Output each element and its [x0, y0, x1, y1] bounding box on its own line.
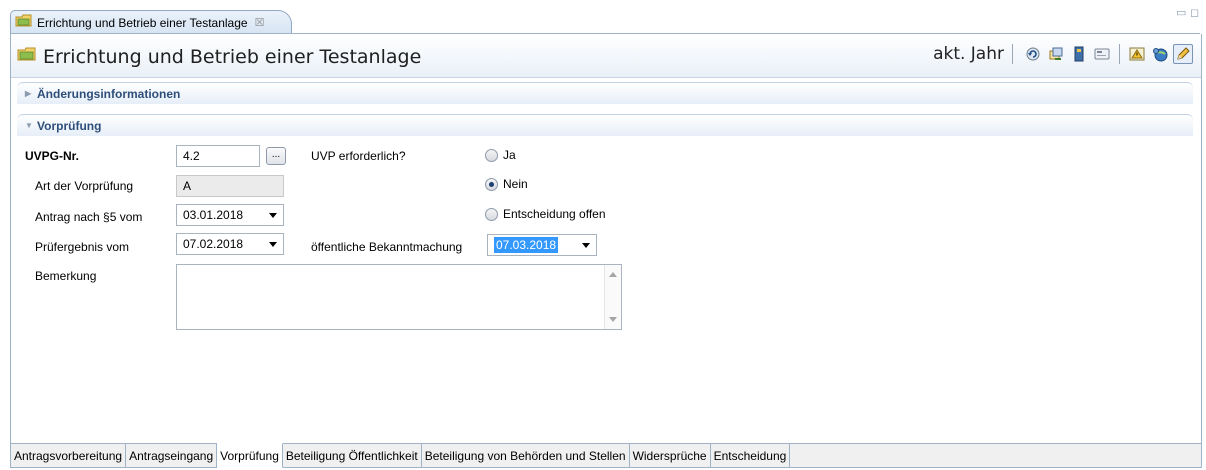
radio-nein[interactable]: Nein [485, 177, 528, 191]
uvp-required-label: UVP erforderlich? [311, 149, 406, 163]
document-icon [17, 45, 37, 68]
current-year-link[interactable]: akt. Jahr [933, 44, 1004, 64]
radio-button[interactable] [485, 148, 498, 162]
editor-tab-bar: Errichtung und Betrieb einer Testanlage … [0, 0, 1206, 34]
warning-icon[interactable] [1127, 44, 1147, 64]
tab-prereview[interactable]: Vorprüfung [217, 443, 283, 468]
date-value: 03.01.2018 [183, 208, 244, 222]
radio-button-selected[interactable] [485, 177, 498, 191]
textarea-scrollbar[interactable] [604, 265, 621, 329]
result-date-picker[interactable]: 07.02.2018 [176, 233, 284, 255]
radio-label: Entscheidung offen [503, 207, 606, 221]
section-prereview[interactable]: ▼ Vorprüfung [17, 114, 1193, 136]
form-header: Errichtung und Betrieb einer Testanlage … [11, 34, 1201, 78]
scroll-down-icon[interactable] [609, 317, 617, 322]
book-icon[interactable] [1069, 44, 1089, 64]
undo-icon[interactable] [1023, 44, 1043, 64]
tab-objections[interactable]: Widersprüche [629, 444, 711, 468]
radio-label: Nein [503, 177, 528, 191]
section-change-information[interactable]: ▶ Änderungsinformationen [17, 82, 1193, 104]
minimize-icon[interactable]: ▭ [1176, 6, 1186, 19]
header-toolbar: akt. Jahr [933, 44, 1193, 64]
toolbar-divider [1119, 44, 1120, 64]
tab-public-participation[interactable]: Beteiligung Öffentlichkeit [282, 444, 422, 468]
globe-icon[interactable] [1150, 44, 1170, 64]
application-date-picker[interactable]: 03.01.2018 [176, 204, 284, 226]
remark-textarea[interactable] [176, 264, 622, 330]
uvpg-field[interactable]: 4.2 [176, 145, 260, 167]
public-announcement-date-picker[interactable]: 07.03.2018 [487, 234, 597, 256]
section-title: Änderungsinformationen [37, 86, 181, 101]
maximize-icon[interactable]: ◻ [1190, 6, 1199, 19]
page-title: Errichtung und Betrieb einer Testanlage [43, 45, 422, 68]
card-icon[interactable] [1092, 44, 1112, 64]
close-icon[interactable]: ☒ [255, 16, 265, 29]
prereview-type-label: Art der Vorprüfung [35, 179, 134, 193]
section-title: Vorprüfung [37, 118, 102, 133]
uvpg-label: UVPG-Nr. [25, 149, 80, 163]
document-icon [15, 13, 33, 32]
chevron-down-icon[interactable] [582, 243, 590, 248]
editor-frame: Errichtung und Betrieb einer Testanlage … [10, 34, 1202, 468]
result-date-label: Prüfergebnis vom [35, 240, 130, 254]
chevron-down-icon[interactable] [269, 213, 277, 218]
chevron-down-icon[interactable] [269, 242, 277, 247]
tab-authority-participation[interactable]: Beteiligung von Behörden und Stellen [421, 444, 630, 468]
remark-label: Bemerkung [35, 269, 97, 283]
collapse-arrow-icon: ▼ [25, 121, 33, 130]
editor-tab-title: Errichtung und Betrieb einer Testanlage [37, 15, 248, 30]
edit-pencil-icon[interactable] [1173, 44, 1193, 64]
application-date-label: Antrag nach §5 vom [35, 210, 143, 224]
scroll-up-icon[interactable] [609, 272, 617, 277]
date-value-selected: 07.03.2018 [494, 237, 559, 253]
date-value: 07.02.2018 [183, 237, 244, 251]
tab-application-preparation[interactable]: Antragsvorbereitung [11, 444, 127, 468]
form-title: Errichtung und Betrieb einer Testanlage [17, 45, 421, 68]
radio-label: Ja [503, 148, 516, 162]
bottom-tab-bar: Antragsvorbereitung Antragseingang Vorpr… [11, 443, 1201, 468]
refresh-docs-icon[interactable] [1046, 44, 1066, 64]
toolbar-divider [1012, 44, 1013, 64]
tab-application-receipt[interactable]: Antragseingang [126, 444, 218, 468]
browse-button[interactable]: ... [266, 147, 286, 165]
prereview-type-field: A [176, 175, 284, 197]
radio-decision-open[interactable]: Entscheidung offen [485, 207, 606, 221]
expand-arrow-icon: ▶ [25, 89, 32, 98]
public-announcement-label: öffentliche Bekanntmachung [311, 240, 463, 254]
radio-ja[interactable]: Ja [485, 148, 516, 162]
radio-button[interactable] [485, 207, 498, 221]
tab-decision[interactable]: Entscheidung [710, 444, 791, 468]
editor-tab[interactable]: Errichtung und Betrieb einer Testanlage … [10, 10, 292, 34]
